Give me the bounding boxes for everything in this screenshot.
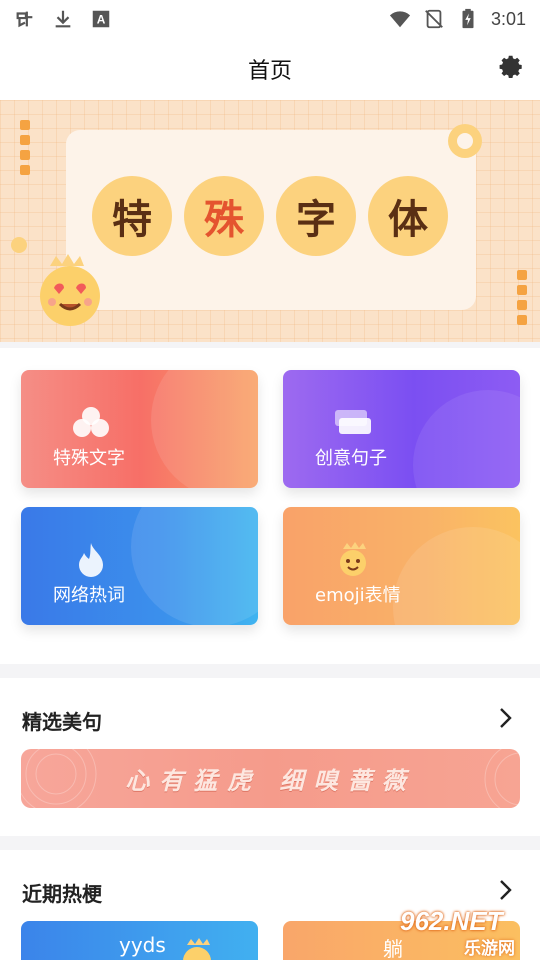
banner-char: 体 [368, 176, 448, 256]
featured-quotes-section: 精选美句 心有猛虎 细嗅蔷薇 [0, 678, 540, 836]
feature-special-text[interactable]: 特殊文字 [21, 370, 258, 488]
status-bar: A 3:01 [0, 0, 540, 38]
emoji-icon [183, 938, 211, 960]
cards-icon [335, 410, 371, 434]
quote-banner[interactable]: 心有猛虎 细嗅蔷薇 [21, 749, 520, 808]
app-notification-icon [16, 11, 33, 28]
chevron-right-icon[interactable] [496, 706, 516, 730]
ripple-decoration [484, 749, 520, 808]
meme-label: yyds [119, 933, 166, 957]
hero-banner[interactable]: 特 殊 字 体 [0, 100, 540, 342]
section-title: 精选美句 [22, 710, 102, 734]
feature-creative-sentences[interactable]: 创意句子 [283, 370, 520, 488]
clock: 3:01 [490, 8, 526, 29]
watermark-text: 962.NET [400, 906, 503, 936]
quote-text: 心有猛虎 细嗅蔷薇 [125, 767, 416, 795]
page-title: 首页 [247, 59, 292, 84]
feature-label: 创意句子 [315, 448, 387, 469]
feature-trending-words[interactable]: 网络热词 [21, 507, 258, 625]
emoji-icon [340, 542, 366, 576]
download-icon [55, 10, 71, 28]
banner-char: 字 [276, 176, 356, 256]
meme-card[interactable]: yyds [21, 921, 258, 960]
banner-title: 特 殊 字 体 [92, 176, 448, 256]
feature-label: emoji表情 [315, 585, 401, 606]
feature-emoji[interactable]: emoji表情 [283, 507, 520, 625]
banner-dots-decoration [517, 270, 527, 325]
settings-gear-icon[interactable] [498, 54, 526, 82]
watermark-subtext: 乐游网 [464, 939, 515, 959]
heart-eyes-emoji-icon [40, 254, 100, 326]
flame-icon [79, 543, 103, 577]
feature-label: 网络热词 [53, 585, 125, 606]
circle-decoration [11, 237, 27, 253]
section-title: 近期热梗 [22, 882, 102, 906]
ring-decoration [448, 124, 482, 158]
feature-label: 特殊文字 [53, 448, 125, 469]
app-header: 首页 [0, 38, 540, 100]
font-app-icon: A [92, 10, 110, 28]
wifi-icon [389, 11, 411, 28]
battery-charging-icon [462, 8, 474, 29]
ripple-decoration [21, 749, 97, 808]
chevron-right-icon[interactable] [496, 878, 516, 902]
feature-grid: 特殊文字 创意句子 网络热词 emoji表情 [0, 348, 540, 664]
banner-dots-decoration [20, 120, 30, 175]
no-signal-icon [425, 9, 443, 29]
svg-text:A: A [97, 13, 106, 27]
cloud-icon [73, 407, 109, 437]
banner-char: 殊 [184, 176, 264, 256]
watermark-logo: 962.NET 乐游网 [398, 906, 536, 959]
